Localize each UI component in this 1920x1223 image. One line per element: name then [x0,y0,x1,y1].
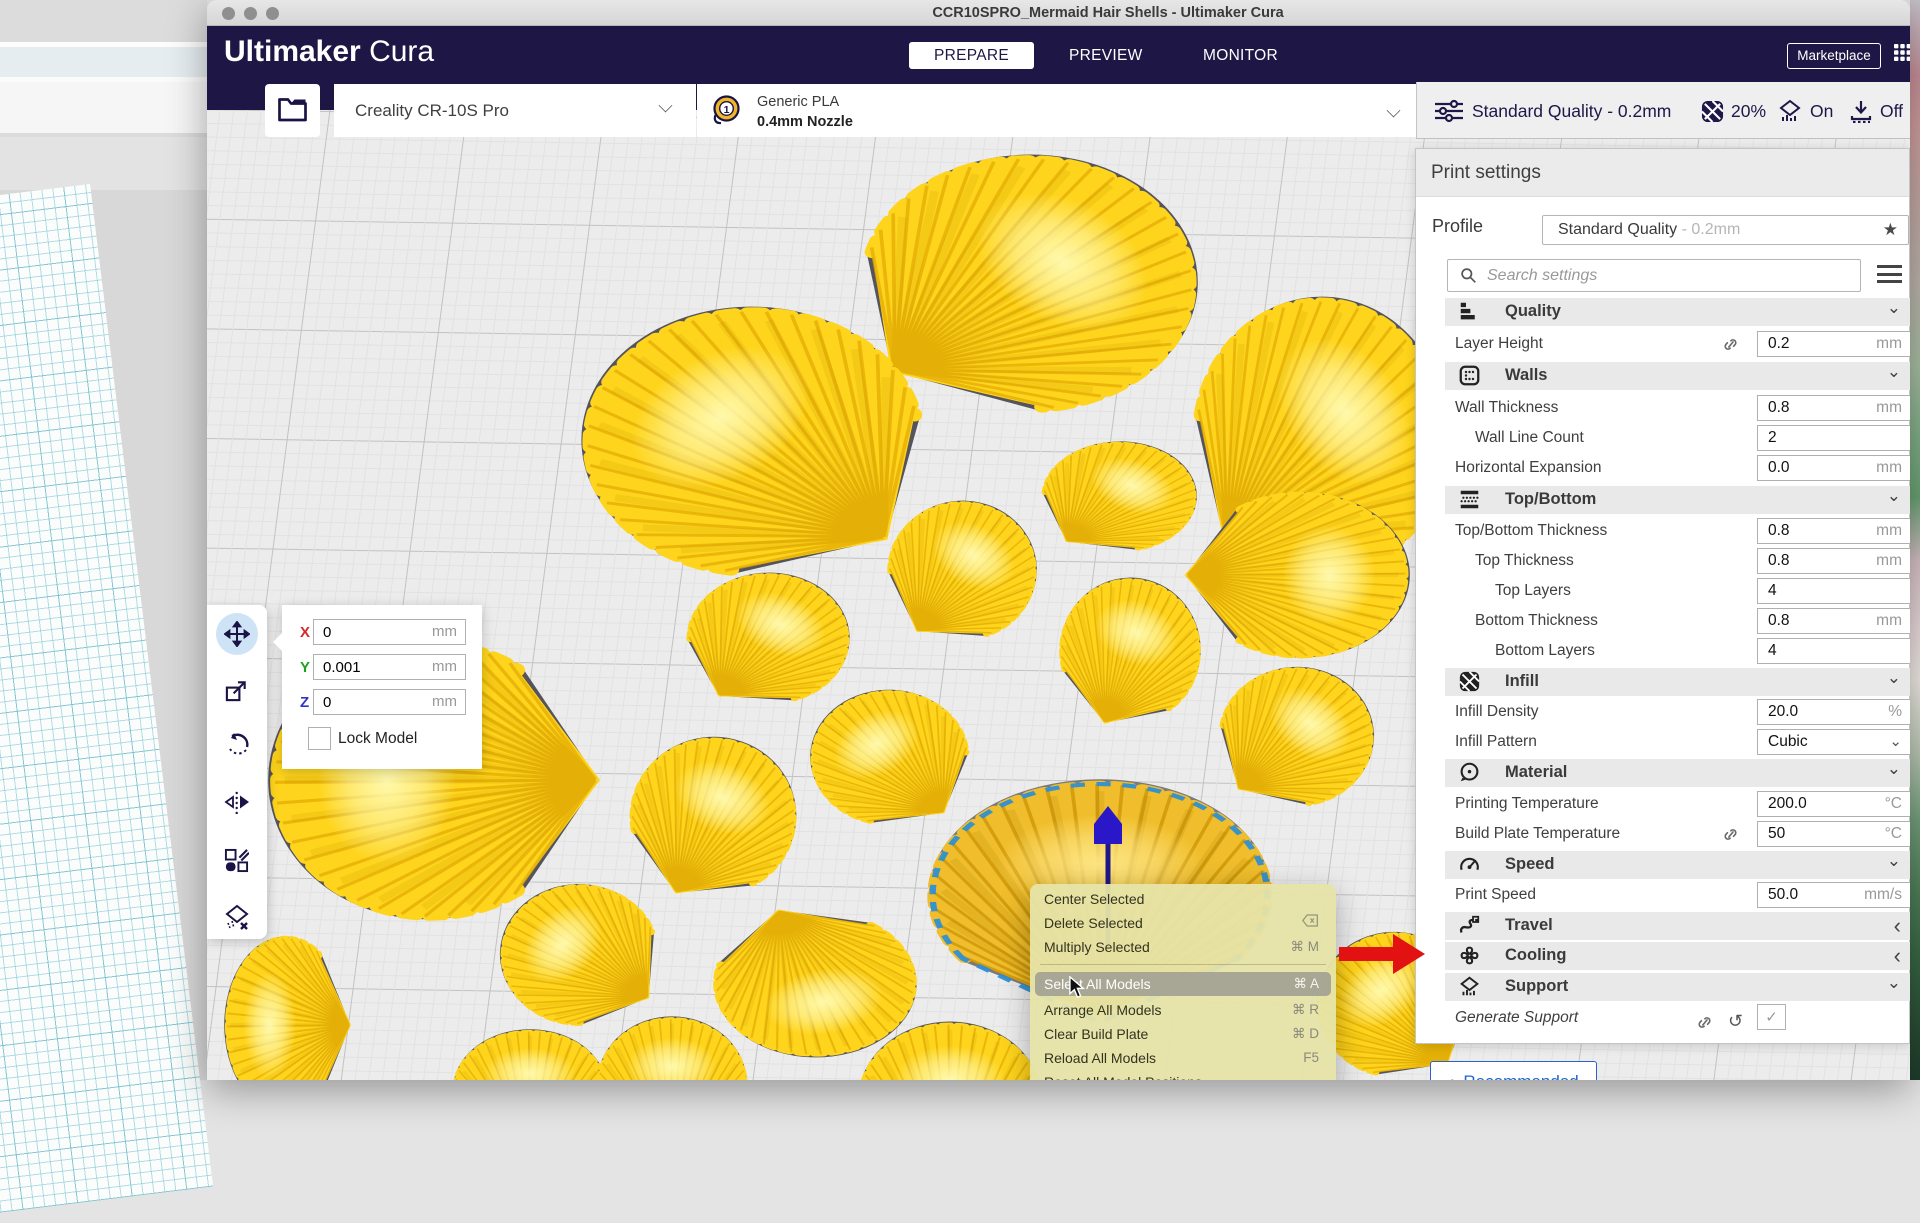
svg-text:1: 1 [724,104,730,116]
